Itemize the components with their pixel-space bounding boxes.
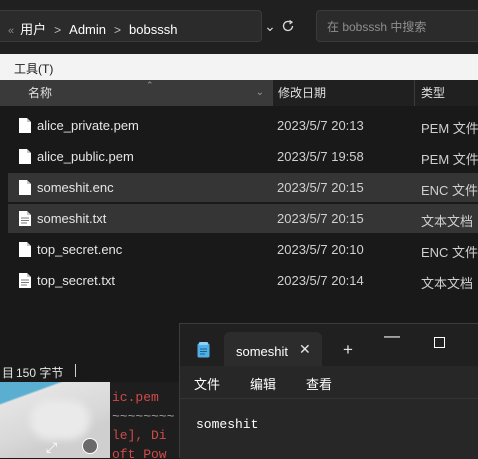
file-date: 2023/5/7 20:15 bbox=[277, 180, 364, 195]
file-name[interactable]: alice_private.pem bbox=[37, 118, 139, 133]
code-line: oft Pow bbox=[112, 447, 167, 458]
search-input[interactable] bbox=[325, 17, 478, 37]
file-name[interactable]: alice_public.pem bbox=[37, 149, 134, 164]
column-header-date[interactable]: 修改日期 bbox=[272, 80, 414, 106]
column-header-dropdown-icon[interactable]: ⌄ bbox=[256, 80, 264, 106]
status-items-label: 目 bbox=[2, 366, 15, 380]
column-header-date-label: 修改日期 bbox=[278, 86, 327, 100]
document-file-icon bbox=[19, 242, 31, 257]
refresh-icon[interactable] bbox=[274, 10, 302, 42]
file-row[interactable]: top_secret.enc 2023/5/7 20:10 ENC 文件 bbox=[8, 235, 478, 264]
breadcrumb-item-bobsssh[interactable]: bobsssh bbox=[129, 22, 177, 37]
menu-bar: 工具(T) bbox=[0, 54, 478, 80]
column-header-type[interactable]: 类型 bbox=[414, 80, 478, 106]
file-name[interactable]: someshit.enc bbox=[37, 180, 114, 195]
column-header-name-label: 名称 bbox=[28, 86, 53, 100]
document-file-icon bbox=[19, 149, 31, 164]
column-header-name[interactable]: ⌃ 名称 ⌄ bbox=[0, 80, 272, 106]
file-row-selected[interactable]: someshit.enc 2023/5/7 20:15 ENC 文件 bbox=[8, 173, 478, 202]
address-toolbar: «用户 > Admin > bobsssh ⌄ bbox=[0, 0, 478, 54]
file-name[interactable]: someshit.txt bbox=[37, 211, 106, 226]
menu-edit[interactable]: 编辑 bbox=[250, 374, 276, 393]
code-line: ic.pem bbox=[112, 390, 159, 405]
search-box[interactable] bbox=[316, 10, 478, 42]
file-type: 文本文档 bbox=[421, 276, 474, 291]
menu-file[interactable]: 文件 bbox=[194, 374, 220, 393]
background-window: ⤢ ic.pem ~~~~~~~~ le], Di oft Pow bbox=[0, 382, 180, 458]
notepad-tab[interactable]: someshit ✕ bbox=[224, 332, 322, 366]
file-row[interactable]: alice_public.pem 2023/5/7 19:58 PEM 文件 bbox=[8, 142, 478, 171]
new-tab-icon[interactable]: + bbox=[343, 340, 353, 360]
file-date: 2023/5/7 19:58 bbox=[277, 149, 364, 164]
document-file-icon bbox=[19, 180, 31, 195]
code-line: le], Di bbox=[112, 428, 167, 443]
breadcrumb-separator-icon[interactable]: > bbox=[114, 23, 121, 37]
minimize-icon[interactable]: — bbox=[378, 328, 406, 348]
background-code-text: ic.pem ~~~~~~~~ le], Di oft Pow bbox=[112, 388, 174, 458]
code-line: ~~~~~~~~ bbox=[112, 409, 175, 424]
notepad-editor[interactable]: someshit bbox=[180, 398, 478, 459]
maximize-icon[interactable] bbox=[425, 332, 453, 352]
column-header-row: ⌃ 名称 ⌄ 修改日期 类型 bbox=[0, 80, 478, 106]
file-type: ENC 文件 bbox=[421, 183, 478, 198]
breadcrumb-item-users[interactable]: 用户 bbox=[20, 22, 46, 37]
file-type: ENC 文件 bbox=[421, 245, 478, 260]
address-bar[interactable]: « 用户 > Admin > bobsssh bbox=[0, 10, 262, 42]
text-document-icon bbox=[19, 211, 31, 226]
breadcrumb-separator-icon[interactable]: > bbox=[54, 23, 61, 37]
history-chevron-icon[interactable]: « bbox=[8, 25, 14, 37]
editor-content[interactable]: someshit bbox=[196, 417, 258, 432]
file-row[interactable]: alice_private.pem 2023/5/7 20:13 PEM 文件 bbox=[8, 111, 478, 140]
document-file-icon bbox=[19, 118, 31, 133]
expand-icon[interactable]: ⤢ bbox=[46, 439, 57, 456]
notepad-titlebar[interactable]: someshit ✕ + — bbox=[180, 324, 478, 366]
notepad-window: someshit ✕ + — 文件 编辑 查看 someshit bbox=[179, 323, 478, 459]
file-date: 2023/5/7 20:10 bbox=[277, 242, 364, 257]
status-selection-size: 150 字节 bbox=[16, 366, 64, 380]
notepad-app-icon bbox=[197, 342, 210, 358]
notepad-menu-bar: 文件 编辑 查看 bbox=[180, 366, 478, 398]
file-date: 2023/5/7 20:15 bbox=[277, 211, 364, 226]
file-row[interactable]: top_secret.txt 2023/5/7 20:14 文本文档 bbox=[8, 266, 478, 295]
close-tab-icon[interactable]: ✕ bbox=[299, 341, 311, 358]
file-date: 2023/5/7 20:14 bbox=[277, 273, 364, 288]
file-name[interactable]: top_secret.enc bbox=[37, 242, 122, 257]
file-type: 文本文档 bbox=[421, 214, 474, 229]
file-type: PEM 文件 bbox=[421, 121, 478, 136]
text-document-icon bbox=[19, 273, 31, 288]
column-header-type-label: 类型 bbox=[421, 86, 446, 100]
sort-ascending-icon: ⌃ bbox=[146, 80, 154, 90]
file-name[interactable]: top_secret.txt bbox=[37, 273, 115, 288]
status-bar: 目 150 字节 bbox=[0, 360, 200, 382]
file-type: PEM 文件 bbox=[421, 152, 478, 167]
breadcrumb: « 用户 > Admin > bobsssh bbox=[8, 19, 177, 38]
file-row-selected[interactable]: someshit.txt 2023/5/7 20:15 文本文档 bbox=[8, 204, 478, 233]
breadcrumb-item-admin[interactable]: Admin bbox=[69, 22, 106, 37]
notepad-tab-title: someshit bbox=[236, 344, 289, 359]
file-date: 2023/5/7 20:13 bbox=[277, 118, 364, 133]
menu-tools[interactable]: 工具(T) bbox=[14, 60, 53, 77]
menu-view[interactable]: 查看 bbox=[306, 374, 332, 393]
clock-icon[interactable] bbox=[82, 438, 98, 454]
status-divider bbox=[75, 364, 76, 377]
